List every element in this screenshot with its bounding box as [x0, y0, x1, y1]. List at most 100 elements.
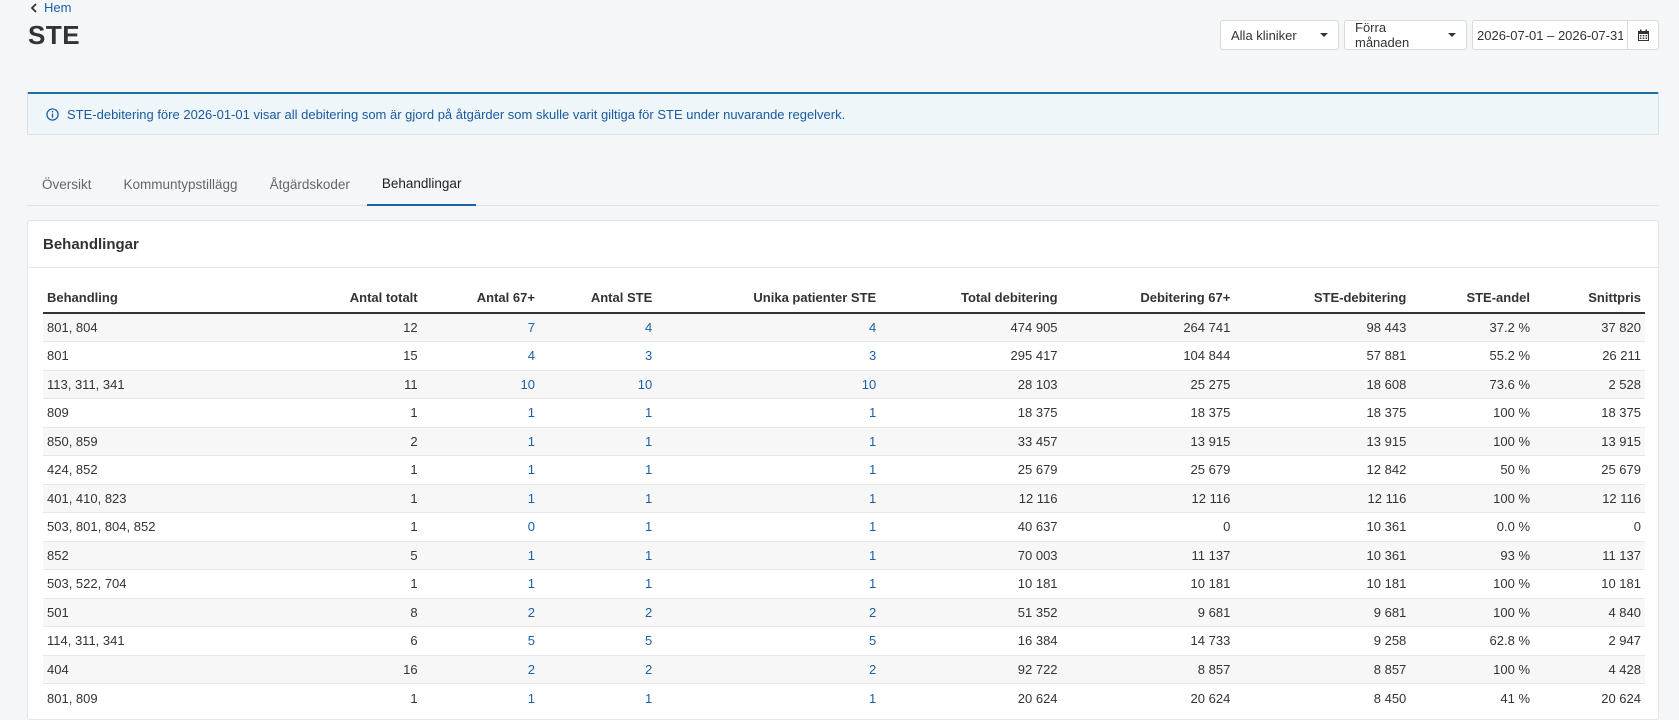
cell-unika-patienter-ste[interactable]: 1	[656, 455, 881, 484]
cell-ste-andel: 41 %	[1410, 683, 1535, 712]
back-link[interactable]: Hem	[28, 0, 71, 15]
cell-ste-andel: 100 %	[1410, 483, 1535, 513]
cell-unika-patienter-ste[interactable]: 5	[656, 626, 881, 655]
date-range-input[interactable]	[1472, 20, 1627, 50]
info-alert-text: STE-debitering före 2026-01-01 visar all…	[67, 106, 846, 122]
cell-antal-ste[interactable]: 3	[538, 341, 657, 370]
tab-kommuntypstillagg[interactable]: Kommuntypstillägg	[109, 162, 253, 206]
cell-total-debitering: 20 624	[880, 683, 1062, 712]
cell-antal-67[interactable]: 1	[421, 483, 539, 513]
cell-behandling: 850, 859	[43, 426, 278, 456]
cell-ste-andel: 73.6 %	[1410, 369, 1535, 399]
cell-antal-ste[interactable]: 1	[538, 455, 657, 484]
cell-unika-patienter-ste[interactable]: 10	[656, 369, 881, 399]
column-header-ste-andel[interactable]: STE-andel	[1410, 283, 1535, 314]
cell-ste-andel: 0.0 %	[1410, 512, 1535, 541]
column-header-antal-totalt[interactable]: Antal totalt	[277, 283, 422, 314]
cell-antal-ste[interactable]: 10	[538, 369, 657, 399]
tab-bar: Översikt Kommuntypstillägg Åtgärdskoder …	[27, 162, 1659, 206]
clinic-dropdown[interactable]: Alla kliniker	[1220, 20, 1339, 50]
cell-antal-67[interactable]: 4	[421, 341, 539, 370]
cell-behandling: 503, 801, 804, 852	[43, 512, 278, 541]
tab-atgardskoder[interactable]: Åtgärdskoder	[255, 162, 365, 206]
cell-antal-67[interactable]: 0	[421, 512, 539, 541]
cell-ste-andel: 62.8 %	[1410, 626, 1535, 655]
cell-antal-67[interactable]: 5	[421, 626, 539, 655]
cell-antal-67[interactable]: 2	[421, 654, 539, 684]
cell-ste-debitering: 12 116	[1234, 483, 1411, 513]
cell-unika-patienter-ste[interactable]: 2	[656, 597, 881, 627]
cell-debitering-67: 8 857	[1061, 654, 1235, 684]
cell-antal-67[interactable]: 1	[421, 455, 539, 484]
cell-antal-ste[interactable]: 1	[538, 483, 657, 513]
table-row: 113, 311, 341 11 10 10 10 28 103 25 275 18 608 7…	[43, 369, 1645, 399]
cell-unika-patienter-ste[interactable]: 2	[656, 654, 881, 684]
cell-antal-ste[interactable]: 1	[538, 512, 657, 541]
cell-snittpris: 0	[1534, 512, 1645, 541]
cell-unika-patienter-ste[interactable]: 4	[656, 312, 881, 342]
cell-unika-patienter-ste[interactable]: 1	[656, 569, 881, 598]
cell-antal-ste[interactable]: 1	[538, 683, 657, 712]
cell-antal-ste[interactable]: 1	[538, 398, 657, 427]
cell-ste-andel: 100 %	[1410, 398, 1535, 427]
cell-behandling: 113, 311, 341	[43, 369, 278, 399]
date-range-picker	[1472, 20, 1659, 50]
cell-unika-patienter-ste[interactable]: 1	[656, 540, 881, 570]
cell-unika-patienter-ste[interactable]: 3	[656, 341, 881, 370]
cell-debitering-67: 13 915	[1061, 426, 1235, 456]
table-row: 801, 804 12 7 4 4 474 905 264 741 98 443 37.2 % 3…	[43, 312, 1645, 342]
cell-antal-67[interactable]: 1	[421, 540, 539, 570]
info-alert: STE-debitering före 2026-01-01 visar all…	[27, 92, 1659, 135]
behandlingar-card: Behandlingar Behandling Antal totalt Antal…	[27, 220, 1659, 720]
cell-antal-67[interactable]: 2	[421, 597, 539, 627]
cell-antal-ste[interactable]: 1	[538, 540, 657, 570]
cell-ste-debitering: 18 375	[1234, 398, 1411, 427]
cell-unika-patienter-ste[interactable]: 1	[656, 426, 881, 456]
cell-behandling: 401, 410, 823	[43, 483, 278, 513]
cell-debitering-67: 10 181	[1061, 569, 1235, 598]
cell-antal-ste[interactable]: 4	[538, 312, 657, 342]
cell-antal-67[interactable]: 10	[421, 369, 539, 399]
cell-debitering-67: 18 375	[1061, 398, 1235, 427]
column-header-snittpris[interactable]: Snittpris	[1534, 283, 1645, 314]
column-header-debitering-67[interactable]: Debitering 67+	[1061, 283, 1235, 314]
cell-antal-ste[interactable]: 2	[538, 654, 657, 684]
cell-antal-67[interactable]: 7	[421, 312, 539, 342]
column-header-ste-debitering[interactable]: STE-debitering	[1234, 283, 1411, 314]
cell-unika-patienter-ste[interactable]: 1	[656, 683, 881, 712]
cell-antal-ste[interactable]: 5	[538, 626, 657, 655]
cell-debitering-67: 20 624	[1061, 683, 1235, 712]
cell-snittpris: 4 840	[1534, 597, 1645, 627]
column-header-antal-67[interactable]: Antal 67+	[421, 283, 539, 314]
cell-antal-67[interactable]: 1	[421, 426, 539, 456]
cell-debitering-67: 25 275	[1061, 369, 1235, 399]
period-dropdown[interactable]: Förra månaden	[1344, 20, 1467, 50]
cell-antal-ste[interactable]: 2	[538, 597, 657, 627]
cell-antal-ste[interactable]: 1	[538, 426, 657, 456]
calendar-button[interactable]	[1627, 20, 1659, 50]
info-circle-icon	[46, 107, 59, 121]
cell-antal-67[interactable]: 1	[421, 398, 539, 427]
calendar-icon	[1637, 29, 1649, 41]
cell-unika-patienter-ste[interactable]: 1	[656, 483, 881, 513]
cell-unika-patienter-ste[interactable]: 1	[656, 512, 881, 541]
cell-antal-totalt: 12	[277, 312, 422, 342]
cell-antal-ste[interactable]: 1	[538, 569, 657, 598]
column-header-antal-ste[interactable]: Antal STE	[538, 283, 657, 314]
cell-unika-patienter-ste[interactable]: 1	[656, 398, 881, 427]
cell-total-debitering: 33 457	[880, 426, 1062, 456]
cell-ste-andel: 100 %	[1410, 426, 1535, 456]
back-link-label[interactable]: Hem	[44, 0, 71, 15]
cell-antal-67[interactable]: 1	[421, 683, 539, 712]
cell-ste-debitering: 10 181	[1234, 569, 1411, 598]
table-row: 503, 522, 704 1 1 1 1 10 181 10 181 10 181 100 %…	[43, 569, 1645, 598]
behandlingar-table: Behandling Antal totalt Antal 67+ Antal STE…	[43, 283, 1645, 712]
column-header-unika-patienter-ste[interactable]: Unika patienter STE	[656, 283, 881, 314]
tab-oversikt[interactable]: Översikt	[27, 162, 107, 206]
column-header-behandling[interactable]: Behandling	[43, 283, 278, 314]
cell-antal-67[interactable]: 1	[421, 569, 539, 598]
tab-behandlingar[interactable]: Behandlingar	[366, 162, 477, 206]
column-header-total-debitering[interactable]: Total debitering	[880, 283, 1062, 314]
cell-total-debitering: 25 679	[880, 455, 1062, 484]
table-header-row: Behandling Antal totalt Antal 67+ Antal STE…	[43, 283, 1645, 314]
